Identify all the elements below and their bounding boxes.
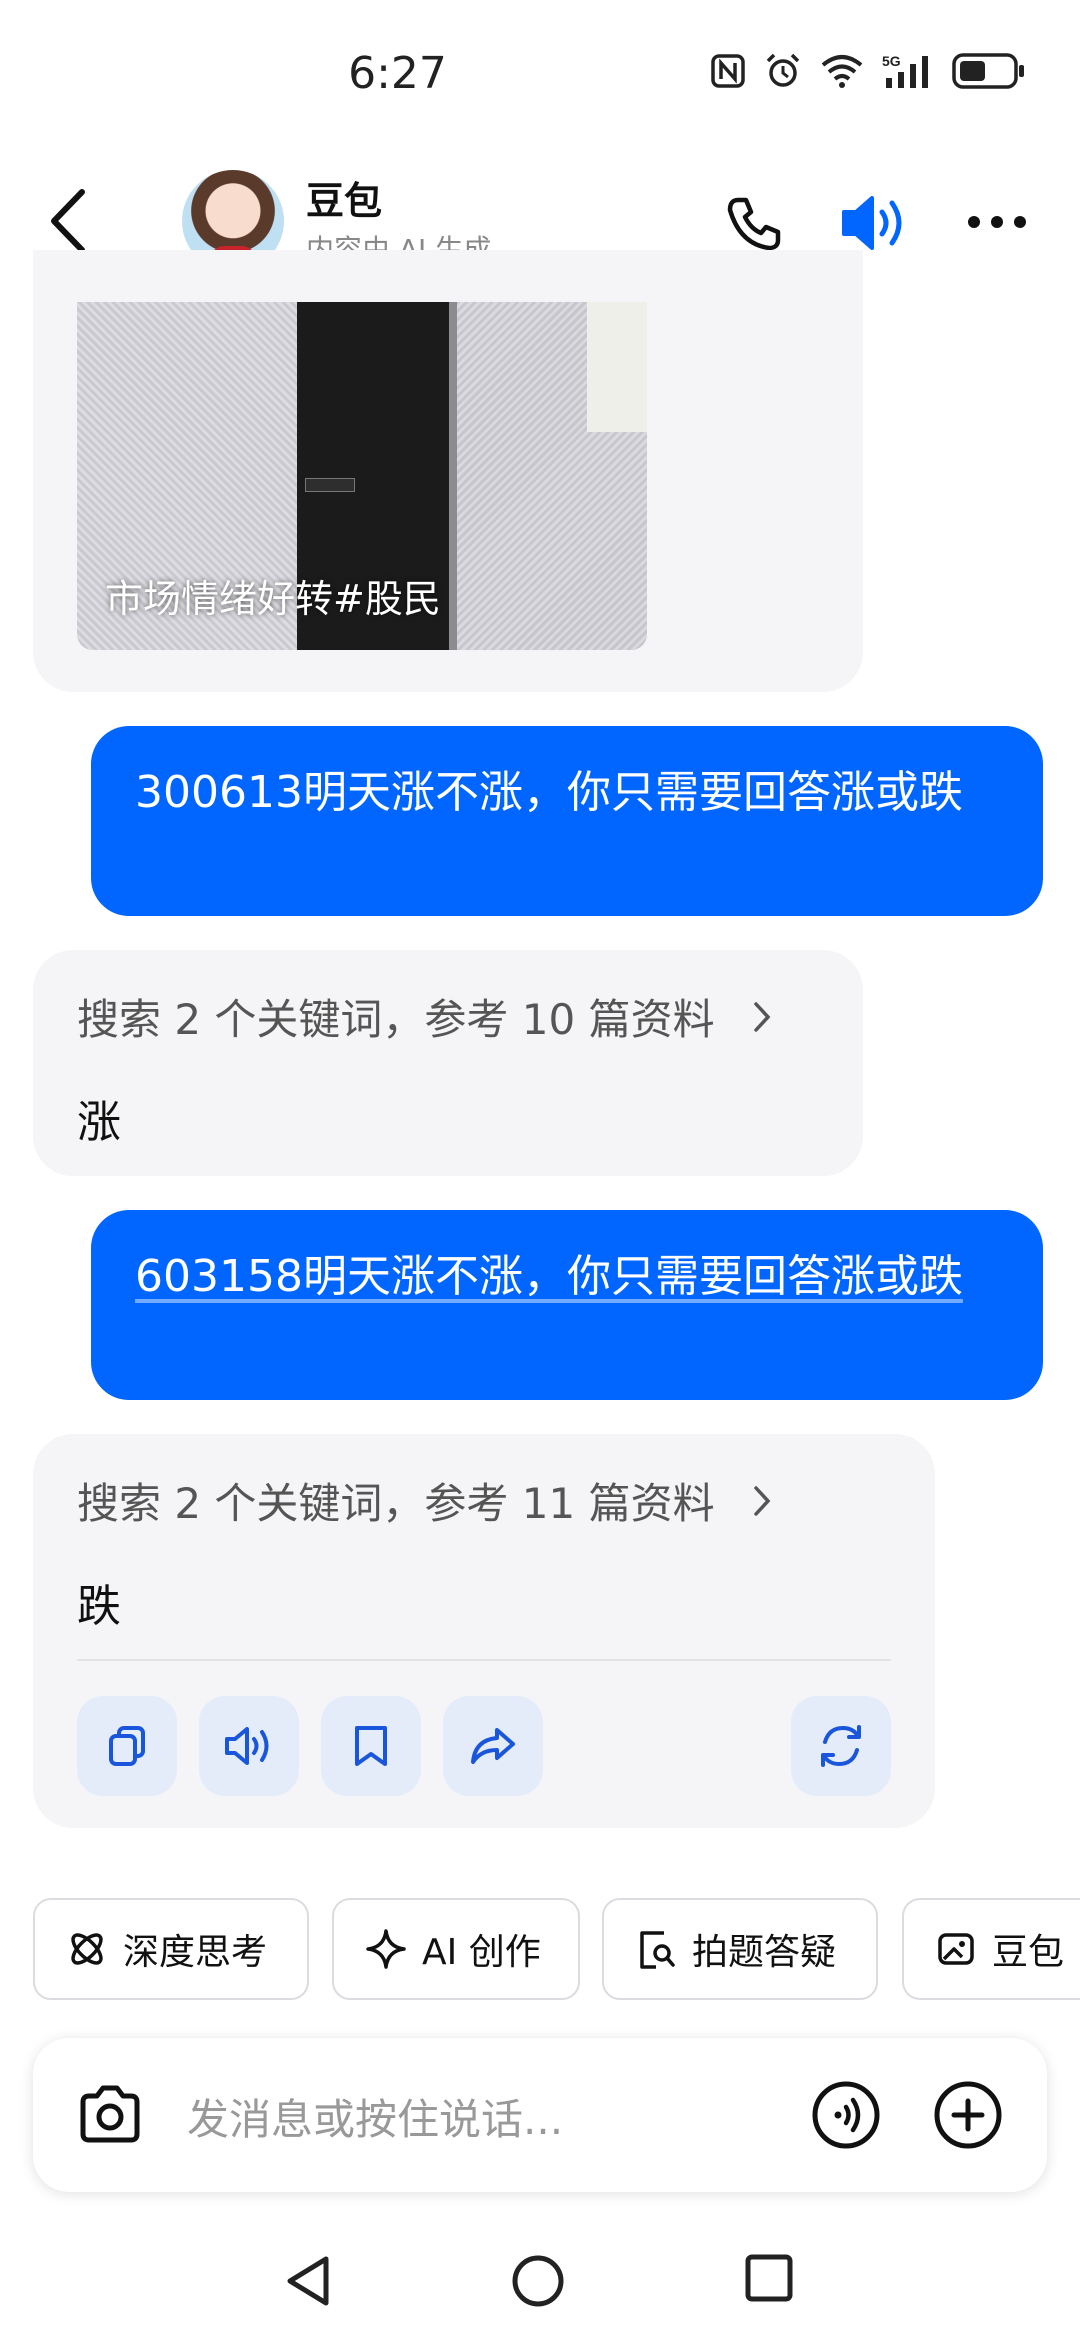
speaker-icon xyxy=(225,1727,269,1765)
nav-home-button[interactable] xyxy=(510,2253,566,2309)
svg-text:5G: 5G xyxy=(882,53,901,69)
status-time: 6:27 xyxy=(348,48,447,99)
divider xyxy=(77,1659,891,1661)
bookmark-icon xyxy=(355,1726,387,1766)
add-attachment-button[interactable] xyxy=(933,2080,1003,2150)
signal-5g-icon: 5G xyxy=(882,53,928,88)
reply-answer: 涨 xyxy=(77,1097,121,1148)
user-message-text: 300613明天涨不涨，你只需要回答涨或跌 xyxy=(135,767,963,818)
chat-title: 豆包 xyxy=(306,179,383,223)
alarm-icon xyxy=(766,53,800,87)
copy-button[interactable] xyxy=(77,1696,177,1796)
regenerate-button[interactable] xyxy=(791,1696,891,1796)
more-menu-button[interactable] xyxy=(966,210,1028,234)
image-edit-icon xyxy=(938,1933,974,1965)
chip-label: 拍题答疑 xyxy=(692,1932,837,1973)
user-message-text: 603158明天涨不涨，你只需要回答涨或跌 xyxy=(135,1251,963,1302)
nav-back-button[interactable] xyxy=(282,2253,334,2309)
message-input[interactable]: 发消息或按住说话... xyxy=(187,2086,563,2147)
copy-icon xyxy=(109,1726,145,1766)
chip-deep-think[interactable]: 深度思考 xyxy=(33,1898,309,2000)
photo-caption: 市场情绪好转#股民 xyxy=(105,577,441,621)
search-sources-text: 搜索 2 个关键词，参考 11 篇资料 xyxy=(77,1479,715,1528)
read-aloud-button[interactable] xyxy=(199,1696,299,1796)
message-input-bar: 发消息或按住说话... xyxy=(33,2038,1047,2192)
chevron-right-icon xyxy=(752,1479,772,1528)
share-button[interactable] xyxy=(443,1696,543,1796)
chip-label: 深度思考 xyxy=(123,1932,268,1973)
wifi-icon xyxy=(821,55,863,88)
search-sources-text: 搜索 2 个关键词，参考 10 篇资料 xyxy=(77,995,715,1044)
user-message[interactable]: 603158明天涨不涨，你只需要回答涨或跌 xyxy=(91,1210,1043,1400)
share-arrow-icon xyxy=(471,1728,515,1764)
user-message[interactable]: 300613明天涨不涨，你只需要回答涨或跌 xyxy=(91,726,1043,916)
refresh-icon xyxy=(821,1725,861,1767)
chip-photo-qa[interactable]: 拍题答疑 xyxy=(602,1898,878,2000)
chip-doubao[interactable]: 豆包 xyxy=(902,1898,1080,2000)
reply-answer: 跌 xyxy=(77,1581,121,1632)
speaker-toggle-button[interactable] xyxy=(840,190,912,256)
sparkle-icon xyxy=(366,1929,406,1969)
camera-button[interactable] xyxy=(77,2084,143,2146)
ai-reply: 搜索 2 个关键词，参考 11 篇资料 跌 xyxy=(33,1434,935,1828)
battery-icon xyxy=(952,53,1024,89)
chip-label: AI 创作 xyxy=(422,1932,541,1973)
chip-label: 豆包 xyxy=(992,1932,1065,1973)
chevron-right-icon xyxy=(752,995,772,1044)
status-icons: 5G xyxy=(710,52,1026,90)
phone-call-button[interactable] xyxy=(724,194,784,254)
atom-icon xyxy=(71,1933,103,1965)
bookmark-button[interactable] xyxy=(321,1696,421,1796)
search-sources-link[interactable]: 搜索 2 个关键词，参考 11 篇资料 xyxy=(77,1470,772,1531)
document-search-icon xyxy=(640,1931,675,1969)
nfc-icon xyxy=(711,54,745,88)
nav-recents-button[interactable] xyxy=(744,2253,794,2303)
search-sources-link[interactable]: 搜索 2 个关键词，参考 10 篇资料 xyxy=(77,986,772,1047)
ai-reply: 搜索 2 个关键词，参考 10 篇资料 涨 xyxy=(33,950,863,1176)
chip-ai-create[interactable]: AI 创作 xyxy=(332,1898,580,2000)
back-button[interactable] xyxy=(44,186,94,256)
voice-input-button[interactable] xyxy=(811,2080,881,2150)
